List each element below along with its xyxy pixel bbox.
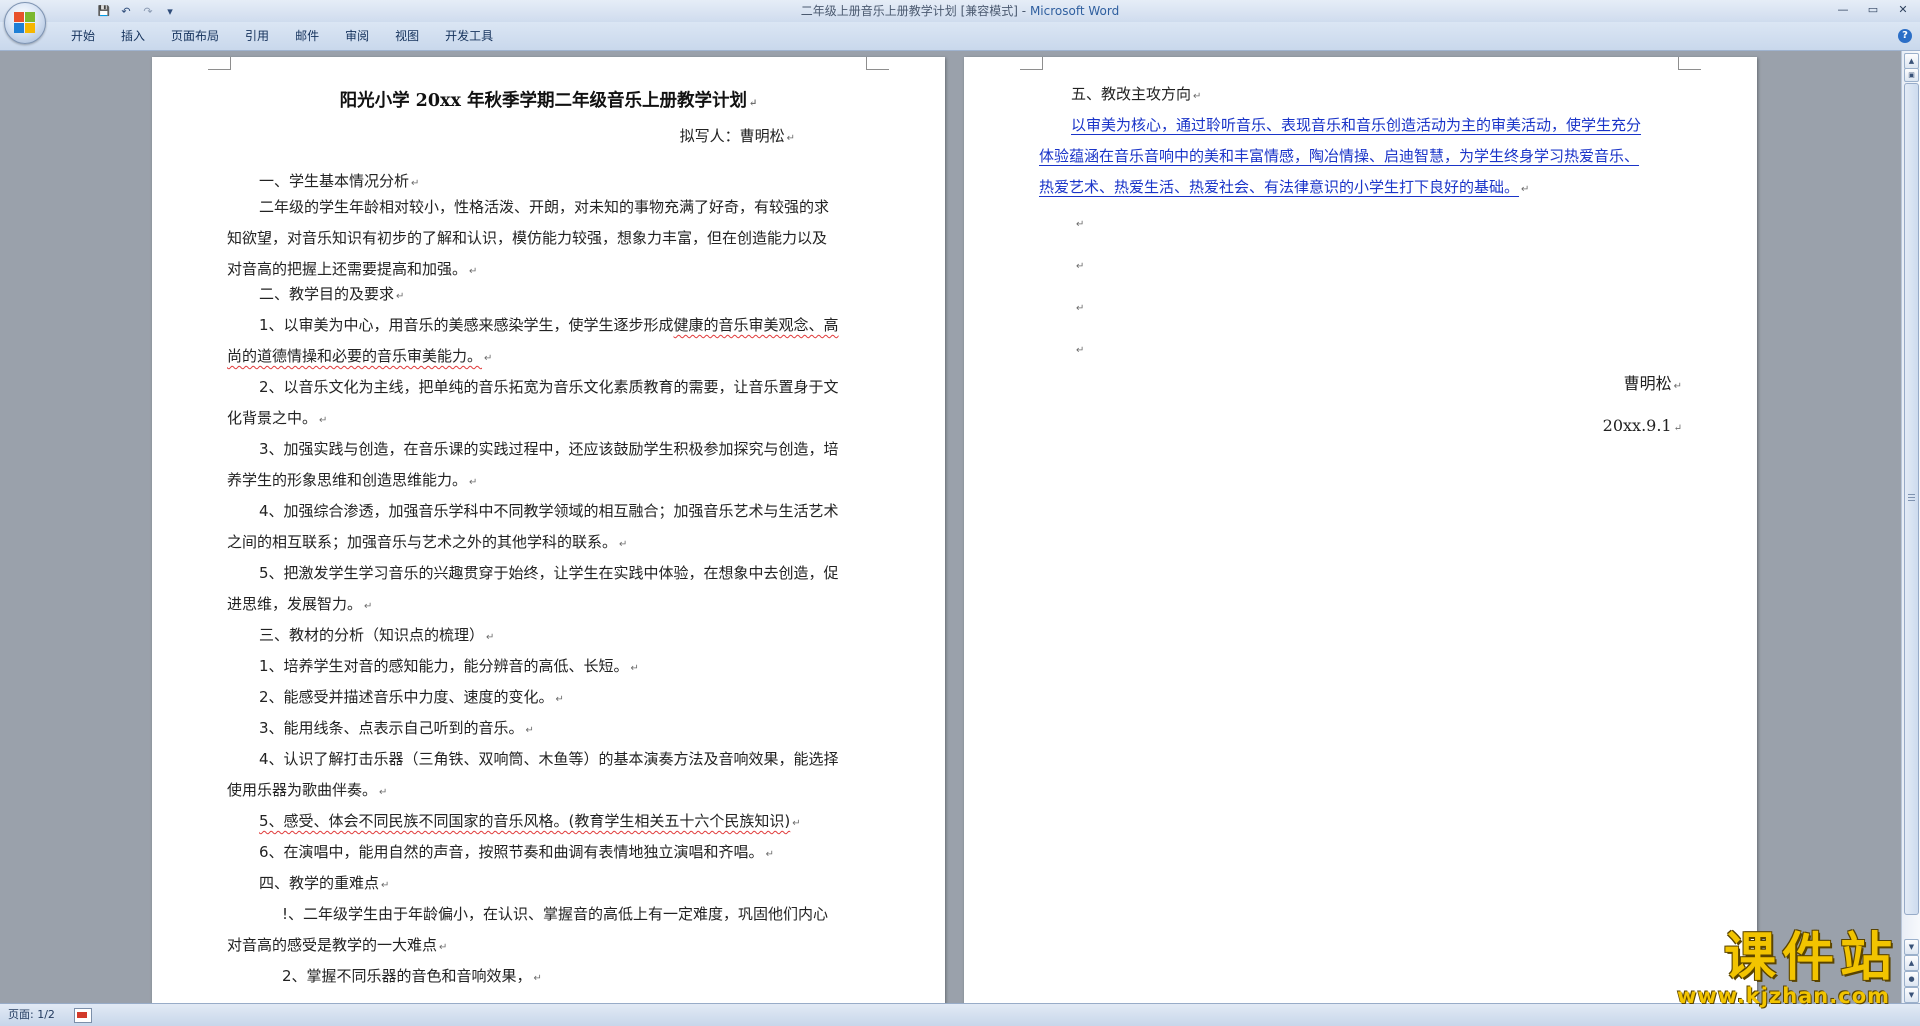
body-line: 进思维，发展智力。 ↵ (227, 595, 373, 613)
body-line: 5、把激发学生学习音乐的兴趣贯穿于始终，让学生在实践中体验，在想象中去创造，促 (259, 564, 839, 582)
body-line: 4、认识了解打击乐器（三角铁、双响筒、木鱼等）的基本演奏方法及音响效果，能选择 (259, 750, 839, 768)
minimize-button[interactable]: — (1828, 0, 1858, 18)
crop-mark (1020, 57, 1043, 70)
title-separator: - (1017, 4, 1030, 18)
crop-mark (866, 57, 889, 70)
watermark-url: www.kjzhan.com (1676, 984, 1890, 1008)
next-page-icon[interactable]: ▼ (1904, 987, 1919, 1003)
body-line: 2、掌握不同乐器的音色和音响效果， ↵ (282, 967, 542, 985)
body-line: 使用乐器为歌曲伴奏。 ↵ (227, 781, 388, 799)
empty-paragraph: ↵ (1076, 261, 1085, 272)
close-button[interactable]: ✕ (1888, 0, 1918, 18)
section-heading-3: 三、教材的分析（知识点的梳理） ↵ (259, 626, 495, 644)
crop-mark (208, 57, 231, 70)
office-logo-icon (14, 12, 36, 34)
document-page-1[interactable]: 阳光小学 20xx 年秋季学期二年级音乐上册教学计划 ↵ 拟写人：曹明松 ↵ 一、学… (152, 57, 945, 1003)
ruler-toggle-icon[interactable]: ▣ (1904, 68, 1919, 82)
document-page-2[interactable]: 五、教改主攻方向 ↵ 以审美为核心，通过聆听音乐、表现音乐和音乐创造活动为主的审美… (964, 57, 1757, 1003)
empty-paragraph: ↵ (1076, 303, 1085, 314)
body-line: 1、培养学生对音的感知能力，能分辨音的高低、长短。 ↵ (259, 657, 639, 675)
vertical-scrollbar[interactable]: ▲ ▣ ▼ ▲ ● ▼ (1901, 51, 1920, 1003)
proofing-status-icon[interactable] (74, 1008, 92, 1023)
signature: 曹明松 ↵ (1623, 374, 1682, 393)
body-line: !、二年级学生由于年龄偏小，在认识、掌握音的高低上有一定难度，巩固他们内心 (282, 905, 829, 923)
tab-view[interactable]: 视图 (382, 22, 432, 50)
body-line: 二年级的学生年龄相对较小，性格活泼、开朗，对未知的事物充满了好奇，有较强的求 (259, 198, 830, 216)
tab-references[interactable]: 引用 (232, 22, 282, 50)
watermark-text: 课件站 (1723, 927, 1898, 988)
link-line[interactable]: 以审美为核心，通过聆听音乐、表现音乐和音乐创造活动为主的审美活动，使学生充分 (1071, 110, 1641, 141)
document-name: 二年级上册音乐上册教学计划 [兼容模式] (800, 4, 1018, 18)
status-bar: 页面: 1/2 (0, 1003, 1920, 1026)
link-line[interactable]: 热爱艺术、热爱生活、热爱社会、有法律意识的小学生打下良好的基础。 ↵ (1039, 172, 1529, 205)
body-line: 养学生的形象思维和创造思维能力。 ↵ (227, 471, 478, 489)
body-line: 化背景之中。 ↵ (227, 409, 328, 427)
document-heading: 阳光小学 20xx 年秋季学期二年级音乐上册教学计划 ↵ (339, 91, 758, 111)
body-line: 之间的相互联系；加强音乐与艺术之外的其他学科的联系。 ↵ (227, 533, 628, 551)
body-line: 2、能感受并描述音乐中力度、速度的变化。 ↵ (259, 688, 564, 706)
crop-mark (1678, 57, 1701, 70)
body-line: 5、感受、体会不同民族不同国家的音乐风格。(教育学生相关五十六个民族知识) ↵ (259, 812, 801, 830)
tab-page-layout[interactable]: 页面布局 (158, 22, 232, 50)
section-heading-5: 五、教改主攻方向 ↵ (1071, 85, 1202, 103)
title-bar: 💾 ↶ ↷ ▾ 二年级上册音乐上册教学计划 [兼容模式] - Microsoft… (0, 0, 1920, 44)
body-line: 3、加强实践与创造，在音乐课的实践过程中，还应该鼓励学生积极参加探究与创造，培 (259, 440, 839, 458)
scroll-up-arrow-icon[interactable]: ▲ (1904, 53, 1919, 69)
app-name: Microsoft Word (1029, 4, 1120, 18)
empty-paragraph: ↵ (1076, 219, 1085, 230)
body-line: 对音高的感受是教学的一大难点 ↵ (227, 936, 448, 954)
browse-object-icon[interactable]: ● (1904, 971, 1919, 987)
empty-paragraph: ↵ (1076, 345, 1085, 356)
section-heading-2: 二、教学目的及要求 ↵ (259, 285, 405, 303)
previous-page-icon[interactable]: ▲ (1904, 955, 1919, 971)
body-line: 2、以音乐文化为主线，把单纯的音乐拓宽为音乐文化素质教育的需要，让音乐置身于文 (259, 378, 839, 396)
ribbon: 开始 插入 页面布局 引用 邮件 审阅 视图 开发工具 ? (0, 22, 1920, 51)
body-line: 1、以审美为中心，用音乐的美感来感染学生，使学生逐步形成健康的音乐审美观念、高 (259, 316, 839, 334)
body-line: 尚的道德情操和必要的音乐审美能力。 ↵ (227, 347, 493, 365)
page-counter[interactable]: 页面: 1/2 (8, 1004, 55, 1026)
author-line: 拟写人：曹明松 ↵ (679, 127, 795, 145)
body-line: 3、能用线条、点表示自己听到的音乐。 ↵ (259, 719, 534, 737)
help-icon[interactable]: ? (1898, 29, 1912, 43)
ribbon-tabs: 开始 插入 页面布局 引用 邮件 审阅 视图 开发工具 (58, 22, 506, 50)
tab-review[interactable]: 审阅 (332, 22, 382, 50)
link-line[interactable]: 体验蕴涵在音乐音响中的美和丰富情感，陶冶情操、启迪智慧，为学生终身学习热爱音乐、 (1039, 141, 1639, 172)
document-workspace: 阳光小学 20xx 年秋季学期二年级音乐上册教学计划 ↵ 拟写人：曹明松 ↵ 一、学… (0, 51, 1902, 1003)
tab-mailings[interactable]: 邮件 (282, 22, 332, 50)
office-button[interactable] (4, 2, 46, 44)
watermark-logo: 课件站 www.kjzhan.com (1662, 927, 1898, 1009)
window-title: 二年级上册音乐上册教学计划 [兼容模式] - Microsoft Word (0, 0, 1920, 22)
tab-developer[interactable]: 开发工具 (432, 22, 506, 50)
section-heading-4: 四、教学的重难点 ↵ (259, 874, 390, 892)
tab-insert[interactable]: 插入 (108, 22, 158, 50)
scroll-thumb[interactable] (1904, 83, 1919, 915)
restore-button[interactable]: ▭ (1858, 0, 1888, 18)
scroll-down-arrow-icon[interactable]: ▼ (1904, 939, 1919, 955)
document-date: 20xx.9.1 ↵ (1602, 416, 1682, 435)
body-line: 知欲望，对音乐知识有初步的了解和认识，模仿能力较强，想象力丰富，但在创造能力以及 (227, 229, 828, 247)
tab-home[interactable]: 开始 (58, 22, 108, 50)
body-line: 6、在演唱中，能用自然的声音，按照节奏和曲调有表情地独立演唱和齐唱。 ↵ (259, 843, 774, 861)
window-controls: — ▭ ✕ (1828, 0, 1918, 18)
body-line: 4、加强综合渗透，加强音乐学科中不同教学领域的相互融合；加强音乐艺术与生活艺术 (259, 502, 839, 520)
